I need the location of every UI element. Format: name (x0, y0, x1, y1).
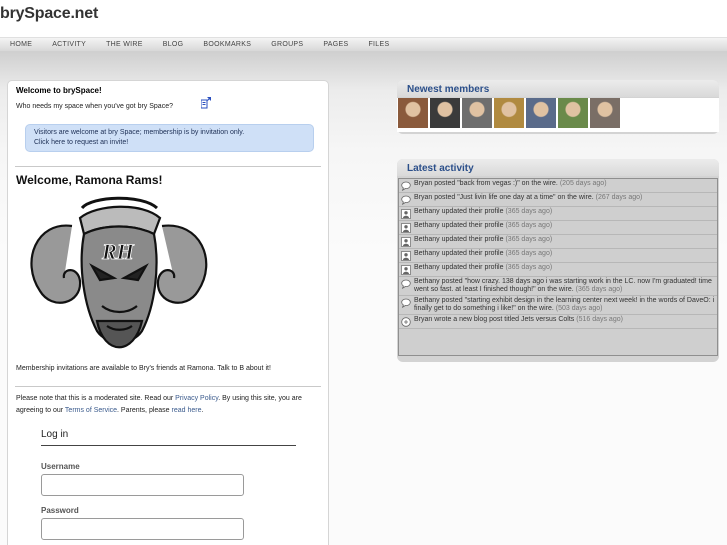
feed-icon[interactable] (201, 97, 211, 109)
profile-icon (401, 251, 411, 261)
membership-info: Membership invitations are available to … (16, 365, 271, 372)
activity-item: Bethany posted "how crazy. 138 days ago … (399, 277, 717, 296)
speech-bubble-icon (401, 298, 411, 308)
profile-icon (401, 209, 411, 219)
activity-timestamp: (365 days ago) (505, 250, 553, 257)
activity-description: Bethany updated their profile (414, 250, 504, 257)
activity-text: Bryan wrote a new blog post titled Jets … (414, 316, 623, 324)
latest-activity-panel: Latest activity Bryan posted "back from … (397, 159, 719, 362)
welcome-title: Welcome to brySpace! (16, 86, 102, 95)
member-avatar[interactable] (590, 98, 620, 128)
activity-text: Bethany updated their profile (365 days … (414, 222, 552, 230)
moderation-note: Please note that this is a moderated sit… (16, 393, 322, 417)
read-here-link[interactable]: read here (172, 407, 202, 414)
member-avatar[interactable] (494, 98, 524, 128)
activity-description: Bethany updated their profile (414, 208, 504, 215)
member-avatar[interactable] (398, 98, 428, 128)
member-avatar[interactable] (526, 98, 556, 128)
activity-item: Bethany updated their profile (365 days … (399, 207, 717, 221)
nav-pages[interactable]: PAGES (323, 38, 348, 51)
member-avatars (397, 98, 719, 132)
ram-mascot-logo: RH (30, 196, 208, 349)
nav-groups[interactable]: GROUPS (271, 38, 303, 51)
member-avatar[interactable] (430, 98, 460, 128)
activity-text: Bethany updated their profile (365 days … (414, 250, 552, 258)
nav-files[interactable]: FILES (368, 38, 389, 51)
login-heading: Log in (41, 429, 69, 440)
activity-timestamp: (365 days ago) (575, 286, 623, 293)
member-avatar[interactable] (462, 98, 492, 128)
activity-timestamp: (365 days ago) (505, 264, 553, 271)
activity-item: Bethany updated their profile (365 days … (399, 235, 717, 249)
latest-activity-title: Latest activity (397, 159, 719, 176)
activity-timestamp: (365 days ago) (505, 222, 553, 229)
profile-icon (401, 265, 411, 275)
divider (15, 386, 321, 387)
speech-bubble-icon (401, 195, 411, 205)
activity-timestamp: (516 days ago) (576, 316, 623, 323)
note-text-3: . Parents, please (117, 407, 172, 414)
divider (15, 166, 321, 167)
newest-members-title: Newest members (397, 80, 719, 97)
activity-timestamp: (267 days ago) (595, 194, 643, 201)
activity-item: Bryan posted "back from vegas :)" on the… (399, 179, 717, 193)
main-nav: HOME ACTIVITY THE WIRE BLOG BOOKMARKS GR… (0, 37, 727, 51)
newest-members-panel: Newest members (397, 80, 719, 134)
username-label: Username (41, 462, 80, 471)
visitor-notice: Visitors are welcome at bry Space; membe… (25, 124, 314, 152)
activity-item: Bryan posted "Just livin life one day at… (399, 193, 717, 207)
activity-description: Bryan posted "back from vegas :)" on the… (414, 180, 558, 187)
activity-text: Bethany updated their profile (365 days … (414, 264, 552, 272)
activity-item: Bryan wrote a new blog post titled Jets … (399, 315, 717, 329)
nav-the-wire[interactable]: THE WIRE (106, 38, 143, 51)
terms-of-service-link[interactable]: Terms of Service (65, 407, 117, 414)
activity-timestamp: (365 days ago) (505, 236, 553, 243)
svg-text:RH: RH (101, 239, 135, 264)
member-avatar[interactable] (558, 98, 588, 128)
speech-bubble-icon (401, 279, 411, 289)
activity-text: Bryan posted "Just livin life one day at… (414, 194, 642, 202)
activity-description: Bethany posted "how crazy. 138 days ago … (414, 278, 712, 293)
privacy-policy-link[interactable]: Privacy Policy (175, 395, 218, 402)
profile-icon (401, 237, 411, 247)
nav-home[interactable]: HOME (10, 38, 32, 51)
activity-text: Bethany updated their profile (365 days … (414, 208, 552, 216)
site-title[interactable]: brySpace.net (0, 5, 98, 23)
nav-blog[interactable]: BLOG (163, 38, 184, 51)
nav-bookmarks[interactable]: BOOKMARKS (203, 38, 251, 51)
activity-text: Bryan posted "back from vegas :)" on the… (414, 180, 607, 188)
activity-item: Bethany updated their profile (365 days … (399, 263, 717, 277)
activity-text: Bethany updated their profile (365 days … (414, 236, 552, 244)
activity-description: Bethany updated their profile (414, 264, 504, 271)
activity-list: Bryan posted "back from vegas :)" on the… (398, 178, 718, 356)
activity-description: Bethany updated their profile (414, 222, 504, 229)
activity-timestamp: (503 days ago) (555, 305, 603, 312)
activity-timestamp: (365 days ago) (505, 208, 553, 215)
activity-description: Bryan wrote a new blog post titled Jets … (414, 316, 575, 323)
activity-description: Bryan posted "Just livin life one day at… (414, 194, 594, 201)
activity-text: Bethany posted "starting exhibit design … (414, 297, 715, 313)
profile-icon (401, 223, 411, 233)
password-label: Password (41, 506, 79, 515)
welcome-subtitle: Who needs my space when you've got bry S… (16, 103, 173, 110)
activity-timestamp: (205 days ago) (559, 180, 607, 187)
login-divider (41, 445, 296, 446)
speech-bubble-icon (401, 181, 411, 191)
welcome-heading: Welcome, Ramona Rams! (16, 173, 163, 187)
activity-item: Bethany posted "starting exhibit design … (399, 296, 717, 315)
note-text-4: . (201, 407, 204, 414)
welcome-panel: Welcome to brySpace! Who needs my space … (7, 80, 329, 545)
activity-item: Bethany updated their profile (365 days … (399, 249, 717, 263)
note-text-1: Please note that this is a moderated sit… (16, 395, 176, 402)
username-input[interactable] (41, 474, 244, 496)
request-invite-link[interactable]: Click here to request an invite! (34, 138, 305, 148)
activity-item: Bethany updated their profile (365 days … (399, 221, 717, 235)
activity-text: Bethany posted "how crazy. 138 days ago … (414, 278, 715, 294)
nav-activity[interactable]: ACTIVITY (52, 38, 86, 51)
visitor-notice-text: Visitors are welcome at bry Space; membe… (34, 129, 245, 136)
activity-description: Bethany updated their profile (414, 236, 504, 243)
password-input[interactable] (41, 518, 244, 540)
blog-icon (401, 317, 411, 327)
